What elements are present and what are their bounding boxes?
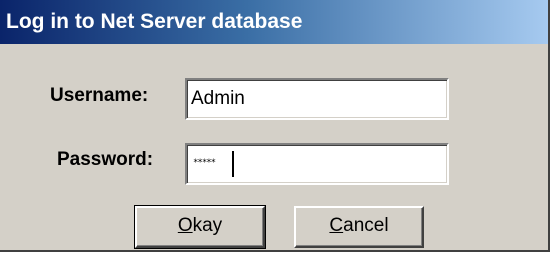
okay-accelerator: O [177, 215, 193, 236]
login-dialog: Log in to Net Server database Username: … [0, 0, 550, 252]
username-label: Username: [50, 85, 149, 106]
username-field[interactable] [185, 78, 449, 120]
dialog-title: Log in to Net Server database [6, 10, 303, 33]
text-caret [232, 151, 234, 177]
password-mask: ***** [193, 158, 216, 168]
title-bar[interactable]: Log in to Net Server database [0, 0, 548, 44]
cancel-button[interactable]: Cancel [294, 206, 424, 248]
okay-button[interactable]: Okay [135, 206, 265, 248]
cancel-accelerator: C [329, 215, 344, 236]
cancel-label-rest: ancel [343, 215, 389, 236]
password-label: Password: [57, 149, 154, 170]
password-field[interactable]: ***** [185, 143, 449, 185]
okay-label-rest: kay [192, 215, 223, 236]
